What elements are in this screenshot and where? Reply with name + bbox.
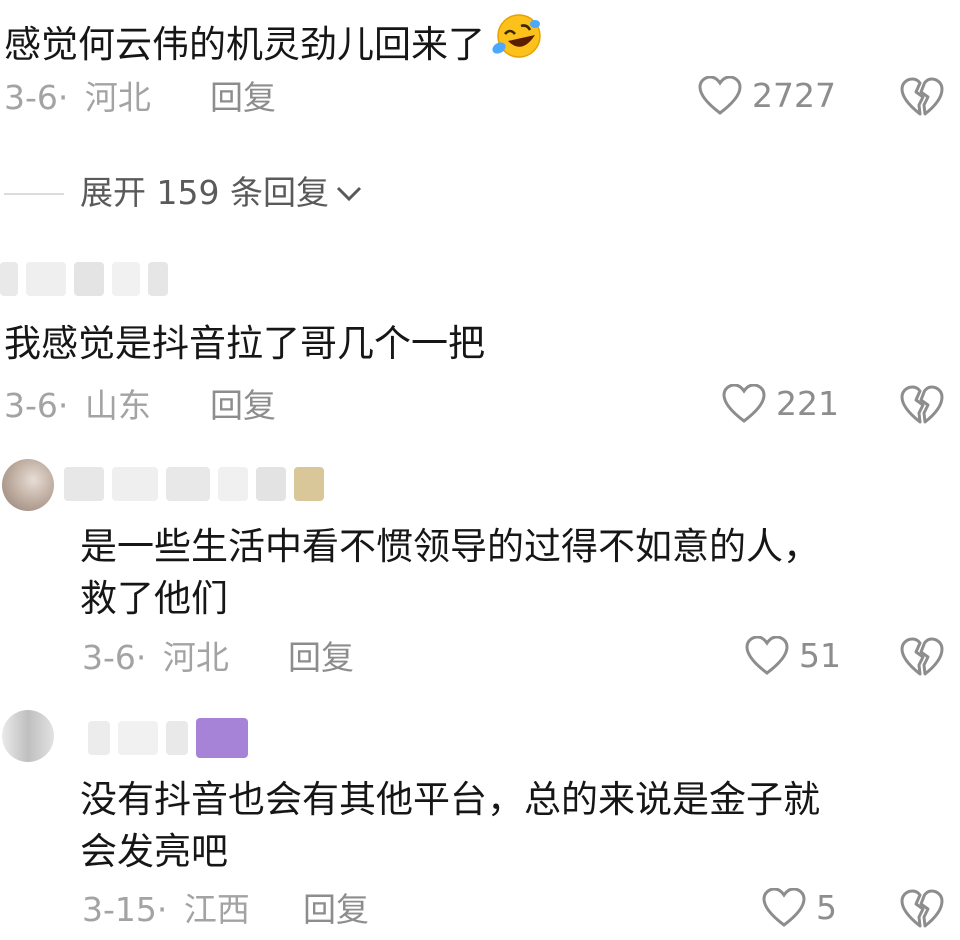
comment-location: 江西 bbox=[183, 890, 250, 929]
blurred-name-part bbox=[74, 262, 104, 296]
comment-location: 河北 bbox=[84, 78, 151, 117]
expand-replies-label: 展开 159 条回复 bbox=[80, 173, 329, 212]
heart-outline-icon bbox=[745, 636, 789, 675]
blurred-badge bbox=[294, 467, 324, 501]
blurred-name-part bbox=[112, 262, 140, 296]
username-blurred bbox=[88, 718, 248, 758]
blurred-name-part bbox=[64, 467, 104, 501]
expand-replies-button[interactable]: 展开 159 条回复 bbox=[80, 173, 363, 213]
heart-outline-icon bbox=[762, 888, 806, 927]
comment-text-line: 是一些生活中看不惯领导的过得不如意的人， bbox=[80, 525, 820, 568]
like-count: 2727 bbox=[752, 76, 836, 115]
blurred-avatar bbox=[0, 262, 18, 296]
comment-date: 3-6· bbox=[4, 386, 69, 425]
broken-heart-icon bbox=[900, 77, 944, 116]
blurred-badge bbox=[196, 718, 248, 758]
comment-text-line: 没有抖音也会有其他平台，总的来说是金子就 bbox=[80, 778, 820, 821]
blurred-name-part bbox=[148, 262, 168, 296]
blurred-name-part bbox=[166, 721, 188, 755]
like-button[interactable]: 5 bbox=[762, 888, 837, 928]
dislike-button[interactable] bbox=[900, 384, 944, 432]
like-count: 5 bbox=[816, 888, 837, 927]
broken-heart-icon bbox=[900, 637, 944, 676]
comment-text: 感觉何云伟的机灵劲儿回来了 bbox=[4, 14, 543, 76]
dislike-button[interactable] bbox=[900, 888, 944, 936]
like-button[interactable]: 51 bbox=[745, 636, 841, 676]
comment-meta: 3-6· 山东 bbox=[4, 386, 151, 426]
blurred-name-part bbox=[112, 467, 158, 501]
like-count: 51 bbox=[799, 636, 841, 675]
reply-item: 是一些生活中看不惯领导的过得不如意的人， 救了他们 3-6· 河北 回复 51 bbox=[0, 445, 960, 695]
blurred-name-part bbox=[256, 467, 286, 501]
blurred-name-part bbox=[118, 721, 158, 755]
reply-item: 没有抖音也会有其他平台，总的来说是金子就 会发亮吧 3-15· 江西 回复 5 bbox=[0, 700, 960, 940]
blurred-name-part bbox=[166, 467, 210, 501]
reply-button[interactable]: 回复 bbox=[303, 890, 369, 930]
comment-meta: 3-6· 河北 bbox=[82, 638, 229, 678]
heart-outline-icon bbox=[722, 384, 766, 423]
blurred-name-part bbox=[26, 262, 66, 296]
chevron-down-icon bbox=[336, 186, 362, 202]
comment-date: 3-6· bbox=[4, 78, 69, 117]
broken-heart-icon bbox=[900, 889, 944, 928]
dislike-button[interactable] bbox=[900, 636, 944, 684]
username-blurred bbox=[64, 467, 324, 501]
reply-button[interactable]: 回复 bbox=[210, 386, 276, 426]
comment-item: 我感觉是抖音拉了哥几个一把 3-6· 山东 回复 221 bbox=[0, 240, 960, 440]
comment-text: 我感觉是抖音拉了哥几个一把 bbox=[4, 322, 485, 365]
laughing-emoji-icon bbox=[491, 14, 543, 76]
comment-date: 3-6· bbox=[82, 638, 147, 677]
like-button[interactable]: 221 bbox=[722, 384, 839, 424]
avatar[interactable] bbox=[2, 459, 54, 511]
reply-button[interactable]: 回复 bbox=[210, 78, 276, 118]
heart-outline-icon bbox=[698, 76, 742, 115]
expand-divider bbox=[4, 193, 64, 195]
like-count: 221 bbox=[776, 384, 839, 423]
comment-item: 感觉何云伟的机灵劲儿回来了 3-6· 河北 回复 2727 bbox=[0, 0, 960, 130]
comment-date: 3-15· bbox=[82, 890, 168, 929]
reply-button[interactable]: 回复 bbox=[288, 638, 354, 678]
comment-location: 河北 bbox=[162, 638, 229, 677]
blurred-name-part bbox=[88, 721, 110, 755]
dislike-button[interactable] bbox=[900, 76, 944, 124]
comment-location: 山东 bbox=[84, 386, 151, 425]
comment-text-line: 救了他们 bbox=[80, 577, 228, 620]
username-blurred bbox=[0, 262, 168, 296]
blurred-name-part bbox=[218, 467, 248, 501]
comment-meta: 3-15· 江西 bbox=[82, 890, 250, 930]
comment-text-line: 会发亮吧 bbox=[80, 830, 228, 873]
like-button[interactable]: 2727 bbox=[698, 76, 836, 116]
broken-heart-icon bbox=[900, 385, 944, 424]
comment-text-body: 感觉何云伟的机灵劲儿回来了 bbox=[4, 23, 485, 66]
avatar[interactable] bbox=[2, 710, 54, 762]
comment-meta: 3-6· 河北 bbox=[4, 78, 151, 118]
